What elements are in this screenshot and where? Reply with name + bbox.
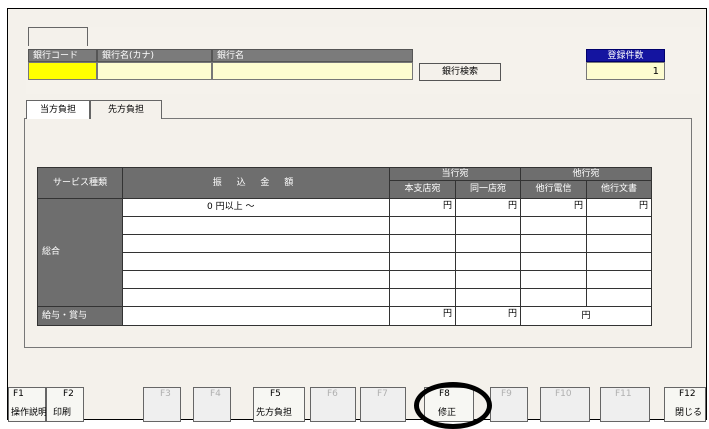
f7-button[interactable]: F7 (360, 387, 406, 422)
amount-cell[interactable] (123, 235, 390, 253)
bank-search-button[interactable]: 銀行検索 (419, 63, 501, 81)
fee-cell[interactable] (521, 253, 587, 271)
key-caption: 閉じる (675, 408, 703, 418)
fee-cell[interactable] (521, 217, 587, 235)
key-label: F6 (327, 389, 338, 399)
amount-header: 振 込 金 額 (123, 167, 390, 199)
salary-yen-cell[interactable]: 円 (390, 307, 456, 326)
amount-cell[interactable] (123, 289, 390, 307)
salary-other-bank-yen-cell[interactable]: 円 (521, 307, 652, 326)
f2-print-button[interactable]: F2 印刷 (46, 387, 84, 422)
bank-code-field[interactable] (28, 62, 97, 80)
key-label: F8 (439, 389, 450, 399)
f5-other-burden-button[interactable]: F5 先方負担 (253, 387, 305, 422)
key-label: F1 (13, 389, 24, 399)
yen-cell[interactable]: 円 (456, 199, 521, 217)
f4-button[interactable]: F4 (193, 387, 231, 422)
general-label: 総合 (37, 199, 123, 307)
amount-cell[interactable] (123, 253, 390, 271)
key-caption: 先方負担 (256, 408, 293, 418)
service-type-header: サービス種類 (37, 167, 123, 199)
fee-cell[interactable] (587, 271, 652, 289)
yen-cell[interactable]: 円 (390, 199, 456, 217)
fee-cell[interactable] (587, 253, 652, 271)
key-label: F10 (555, 389, 572, 399)
key-label: F4 (210, 389, 221, 399)
amount-cell-first[interactable]: 0 円以上 〜 (123, 199, 390, 217)
key-label: F11 (615, 389, 632, 399)
fee-cell[interactable] (587, 235, 652, 253)
sub-header-telegraph: 他行電信 (521, 181, 587, 199)
f12-close-button[interactable]: F12 閉じる (664, 387, 706, 422)
sub-header-document: 他行文書 (587, 181, 652, 199)
salary-label: 給与・賞与 (37, 307, 123, 326)
key-label: F9 (501, 389, 512, 399)
key-label: F12 (679, 389, 696, 399)
fee-cell[interactable] (456, 217, 521, 235)
fee-cell[interactable] (390, 289, 456, 307)
bank-name-field[interactable] (212, 62, 413, 80)
bank-name-kana-header: 銀行名(カナ) (97, 49, 212, 62)
tab-own-burden[interactable]: 当方負担 (26, 100, 90, 119)
f10-button[interactable]: F10 (540, 387, 590, 422)
salary-amount-cell[interactable] (123, 307, 390, 326)
fee-cell[interactable] (456, 271, 521, 289)
f6-button[interactable]: F6 (310, 387, 356, 422)
fee-cell[interactable] (521, 271, 587, 289)
tab-other-burden[interactable]: 先方負担 (90, 100, 162, 119)
fee-cell[interactable] (521, 235, 587, 253)
f3-button[interactable]: F3 (143, 387, 181, 422)
bank-code-header: 銀行コード (28, 49, 97, 62)
f9-button[interactable]: F9 (490, 387, 528, 422)
own-bank-header: 当行宛 (390, 167, 521, 181)
amount-cell[interactable] (123, 271, 390, 289)
fee-cell[interactable] (587, 289, 652, 307)
fee-cell[interactable] (521, 289, 587, 307)
fee-table: サービス種類 振 込 金 額 当行宛 他行宛 本支店宛 同一店宛 他行電信 他行… (37, 167, 652, 327)
bank-name-kana-field[interactable] (97, 62, 212, 80)
key-label: F7 (377, 389, 388, 399)
yen-cell[interactable]: 円 (521, 199, 587, 217)
fee-cell[interactable] (390, 235, 456, 253)
key-caption: 操作説明 (11, 408, 48, 418)
fee-cell[interactable] (587, 217, 652, 235)
fee-cell[interactable] (390, 271, 456, 289)
amount-cell[interactable] (123, 217, 390, 235)
key-label: F2 (63, 389, 74, 399)
salary-yen-cell[interactable]: 円 (456, 307, 521, 326)
fee-cell[interactable] (390, 253, 456, 271)
sub-header-same-branch: 本支店宛 (390, 181, 456, 199)
other-bank-header: 他行宛 (521, 167, 652, 181)
fee-cell[interactable] (456, 235, 521, 253)
key-label: F5 (270, 389, 281, 399)
fee-cell[interactable] (456, 253, 521, 271)
bank-name-header: 銀行名 (212, 49, 413, 62)
search-panel-tab (28, 27, 88, 46)
fee-cell[interactable] (456, 289, 521, 307)
f11-button[interactable]: F11 (600, 387, 650, 422)
key-caption: 修正 (438, 408, 457, 418)
fee-cell[interactable] (390, 217, 456, 235)
key-label: F3 (160, 389, 171, 399)
f8-edit-button[interactable]: F8 修正 (424, 387, 474, 422)
yen-cell[interactable]: 円 (587, 199, 652, 217)
registered-count-label: 登録件数 (586, 49, 665, 62)
key-caption: 印刷 (53, 408, 72, 418)
registered-count-value: 1 (586, 62, 665, 80)
sub-header-same-store: 同一店宛 (456, 181, 521, 199)
f1-help-button[interactable]: F1 操作説明 (8, 387, 48, 422)
